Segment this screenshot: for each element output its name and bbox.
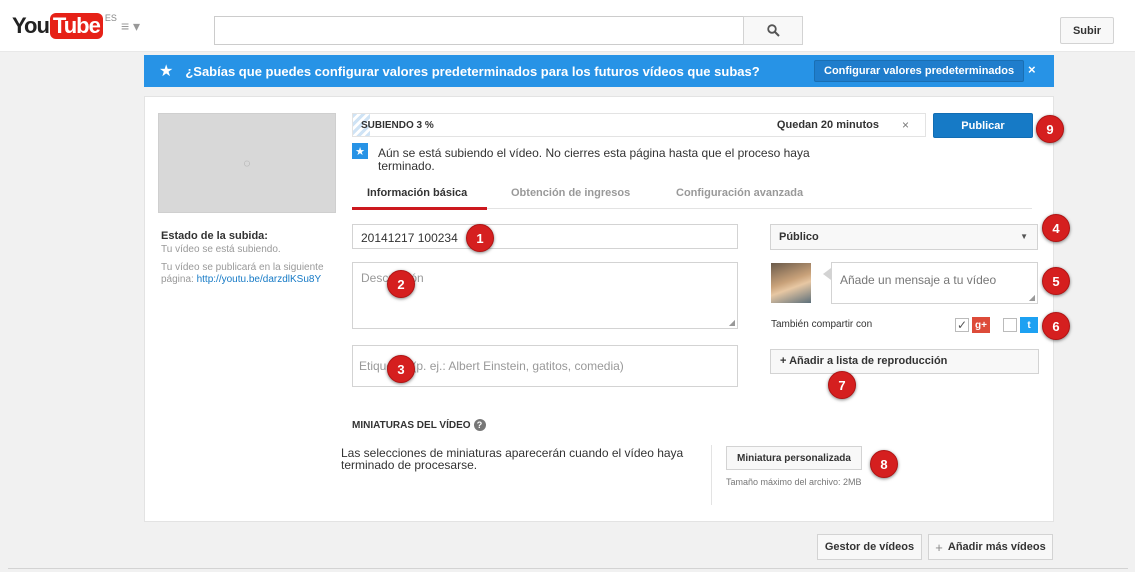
callout-badge: 6 [1042, 312, 1070, 340]
callout-badge: 9 [1036, 115, 1064, 143]
video-thumbnail: ◌ [158, 113, 336, 213]
progress-label: SUBIENDO 3 % [361, 120, 434, 131]
description-textarea[interactable]: Descripción ◢ [352, 262, 738, 329]
star-icon: ★ [352, 143, 368, 159]
message-placeholder: Añade un mensaje a tu vídeo [840, 273, 997, 287]
tab-basic-info[interactable]: Información básica [367, 187, 467, 199]
masthead: You Tube ES ≡ ▾ Subir [0, 0, 1135, 52]
custom-thumbnail-button[interactable]: Miniatura personalizada [726, 446, 862, 470]
title-input[interactable]: 20141217 100234 [352, 224, 738, 249]
loading-spinner-icon: ◌ [243, 156, 251, 170]
bottom-divider [8, 568, 1128, 569]
callout-badge: 7 [828, 371, 856, 399]
google-plus-icon: g+ [972, 317, 990, 333]
logo-tube: Tube [49, 13, 103, 39]
twitter-icon: t [1020, 317, 1038, 333]
max-file-size: Tamaño máximo del archivo: 2MB [726, 477, 862, 487]
upload-button[interactable]: Subir [1060, 17, 1114, 44]
add-to-playlist-button[interactable]: + Añadir a lista de reproducción [770, 349, 1039, 374]
callout-badge: 8 [870, 450, 898, 478]
star-icon: ★ [159, 63, 174, 80]
thumbnails-message: Las selecciones de miniaturas aparecerán… [341, 446, 684, 472]
search-button[interactable] [743, 16, 803, 45]
active-tab-indicator [352, 207, 487, 210]
tab-bar: Información básica Obtención de ingresos… [352, 185, 1032, 210]
tab-advanced-settings[interactable]: Configuración avanzada [676, 187, 803, 199]
search-bar [214, 16, 803, 45]
resize-handle-icon[interactable]: ◢ [1029, 293, 1035, 302]
cancel-upload-icon[interactable]: × [902, 118, 909, 132]
add-more-videos-button[interactable]: + Añadir más vídeos [928, 534, 1053, 560]
status-title: Estado de la subida: [161, 230, 268, 242]
status-publish-text: Tu vídeo se publicará en la siguiente pá… [161, 262, 331, 286]
thumbnails-heading-text: MINIATURAS DEL VÍDEO [352, 419, 471, 431]
share-label: También compartir con [771, 319, 873, 330]
avatar [771, 263, 811, 303]
youtube-logo[interactable]: You Tube ES [12, 13, 117, 39]
info-banner: ★ ¿Sabías que puedes configurar valores … [144, 55, 1054, 87]
share-message-textarea[interactable]: Añade un mensaje a tu vídeo ◢ [831, 262, 1038, 304]
search-input[interactable] [214, 16, 743, 45]
privacy-select[interactable]: Público ▼ [770, 224, 1038, 250]
thumbnails-divider [711, 445, 712, 505]
banner-text: ¿Sabías que puedes configurar valores pr… [185, 63, 760, 79]
add-more-label: Añadir más vídeos [947, 541, 1046, 553]
time-remaining: Quedan 20 minutos [776, 119, 879, 131]
hamburger-icon[interactable]: ≡ ▾ [121, 18, 140, 35]
share-gplus-checkbox[interactable]: ✓ [955, 318, 969, 332]
callout-badge: 5 [1042, 267, 1070, 295]
share-twitter-checkbox[interactable] [1003, 318, 1017, 332]
publish-button[interactable]: Publicar [933, 113, 1033, 138]
help-icon[interactable]: ? [473, 419, 486, 431]
configure-defaults-button[interactable]: Configurar valores predeterminados [814, 60, 1025, 82]
upload-notice: Aún se está subiendo el vídeo. No cierre… [378, 146, 810, 173]
video-url-link[interactable]: http://youtu.be/darzdlKSu8Y [197, 274, 322, 285]
close-icon[interactable]: × [1028, 62, 1036, 77]
plus-icon: + [935, 539, 943, 555]
upload-card: ◌ Estado de la subida: Tu vídeo se está … [144, 96, 1054, 522]
resize-handle-icon[interactable]: ◢ [729, 318, 735, 327]
tab-monetization[interactable]: Obtención de ingresos [511, 187, 630, 199]
chevron-down-icon: ▼ [1020, 232, 1028, 241]
callout-badge: 2 [387, 270, 415, 298]
search-icon [766, 24, 780, 37]
logo-you: You [12, 13, 50, 38]
video-manager-button[interactable]: Gestor de vídeos [817, 534, 922, 560]
status-subtitle: Tu vídeo se está subiendo. [161, 244, 281, 255]
logo-region: ES [104, 13, 117, 23]
callout-badge: 1 [466, 224, 494, 252]
callout-badge: 4 [1042, 214, 1070, 242]
privacy-value: Público [779, 231, 819, 243]
message-notch [823, 268, 831, 280]
upload-progress-bar: SUBIENDO 3 % Quedan 20 minutos × [352, 113, 926, 137]
callout-badge: 3 [387, 355, 415, 383]
thumbnails-heading: MINIATURAS DEL VÍDEO ? [352, 419, 486, 431]
